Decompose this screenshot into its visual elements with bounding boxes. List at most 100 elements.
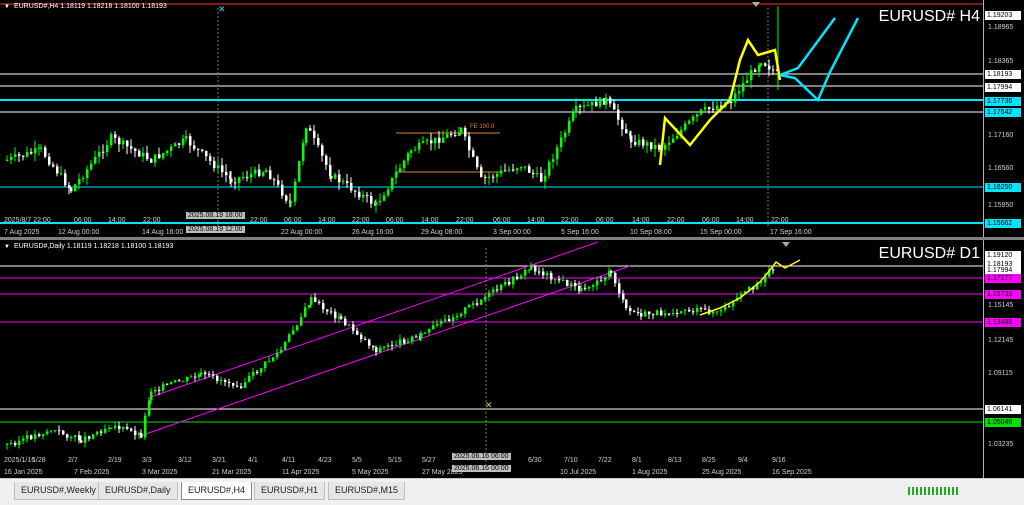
- price-tick: 1.15145: [988, 302, 1014, 309]
- candle-body: [407, 153, 410, 161]
- chart-tab-bar: EURUSD#,Weekly EURUSD#,Daily EURUSD#,H4 …: [0, 478, 1024, 505]
- h4-chart-pane[interactable]: ✕ ▼ EURUSD#,H4 1.18119 1.18218 1.18100 1.…: [0, 0, 1024, 238]
- candle-body: [391, 177, 394, 190]
- date-tick: 7/10: [564, 457, 578, 464]
- forecast-path: [658, 37, 782, 166]
- d1-plot-area[interactable]: ✕: [0, 240, 984, 478]
- candle-body: [122, 426, 125, 429]
- candle-body: [587, 105, 590, 107]
- candle-body: [342, 181, 345, 183]
- candle-body: [716, 105, 719, 110]
- candle-body: [14, 442, 17, 446]
- d1-chart-pane[interactable]: ✕ ▼ EURUSD#,Daily 1.18119 1.18218 1.18100…: [0, 240, 1024, 478]
- candle-body: [66, 434, 69, 438]
- candle-body: [40, 147, 43, 149]
- candle-body: [554, 279, 557, 281]
- price-box: 1.06141: [985, 405, 1021, 414]
- h4-price-axis[interactable]: 1.18965 1.18365 1.17160 1.16560 1.15950 …: [983, 0, 1024, 238]
- dropdown-triangle-icon[interactable]: ▼: [4, 4, 10, 10]
- candle-body: [538, 271, 541, 273]
- h4-plot-area[interactable]: ✕: [0, 0, 984, 238]
- candle-body: [488, 292, 491, 297]
- candle-body: [217, 165, 220, 169]
- candle-body: [660, 310, 663, 316]
- candle-body: [200, 372, 203, 375]
- candle-body: [321, 145, 324, 156]
- candle-body: [166, 383, 169, 385]
- candle-body: [236, 385, 239, 387]
- candle-body: [676, 135, 679, 139]
- candle-body: [250, 173, 253, 178]
- candle-body: [190, 376, 193, 378]
- candle-body: [583, 105, 586, 107]
- candle-body: [288, 334, 291, 342]
- candle-body: [625, 129, 628, 134]
- candle-body: [440, 320, 443, 324]
- candle-body: [395, 344, 398, 346]
- tab-h1[interactable]: EURUSD#,H1: [254, 482, 326, 500]
- candle-body: [280, 349, 283, 353]
- candle-body: [488, 176, 491, 178]
- dropdown-triangle-icon[interactable]: ▼: [4, 244, 10, 250]
- candle-body: [230, 178, 233, 183]
- date-tick: 3/21: [212, 457, 226, 464]
- candle-body: [224, 380, 227, 382]
- d1-price-axis[interactable]: 1.15145 1.12145 1.09115 1.03235 1.19120 …: [983, 240, 1024, 478]
- candle-body: [78, 435, 81, 441]
- candle-body: [110, 134, 113, 146]
- tab-daily[interactable]: EURUSD#,Daily: [98, 482, 178, 500]
- candle-body: [758, 64, 761, 72]
- date-tick: 2025/1/16: [4, 457, 36, 464]
- candle-body: [358, 191, 361, 198]
- time-tick: 14:00: [632, 217, 650, 224]
- candle-body: [346, 181, 349, 183]
- date-tick: 9/16: [772, 457, 786, 464]
- candle-body: [684, 309, 687, 312]
- date-tick: 25 Aug 2025: [702, 469, 742, 476]
- candle-body: [454, 135, 457, 137]
- candle-body: [326, 309, 329, 312]
- candle-body: [579, 106, 582, 108]
- candle-body: [314, 297, 317, 302]
- candle-body: [122, 140, 125, 145]
- candle-body: [399, 339, 402, 345]
- candle-body: [524, 166, 527, 168]
- candle-body: [572, 112, 575, 121]
- candle-body: [458, 132, 461, 136]
- candle-body: [700, 109, 703, 115]
- candle-body: [464, 307, 467, 314]
- time-tick: 2025/8/7 22:00: [4, 217, 51, 224]
- candle-body: [154, 389, 157, 392]
- tab-m15[interactable]: EURUSD#,M15: [328, 482, 406, 500]
- candle-body: [599, 98, 602, 107]
- candle-body: [52, 164, 55, 167]
- candle-body: [96, 431, 99, 435]
- time-tick: 06:00: [702, 217, 720, 224]
- candle-body: [646, 142, 649, 146]
- tab-weekly[interactable]: EURUSD#,Weekly: [14, 482, 103, 500]
- tab-h4[interactable]: EURUSD#,H4: [181, 482, 253, 500]
- candle-body: [340, 316, 343, 319]
- candle-body: [566, 279, 569, 286]
- candle-body: [330, 311, 333, 313]
- candle-body: [708, 107, 711, 109]
- candle-body: [464, 127, 467, 137]
- date-tick: 11 Apr 2025: [282, 469, 320, 476]
- price-box: 1.17277: [985, 274, 1021, 283]
- candle-body: [570, 283, 573, 286]
- date-tick: 3/12: [178, 457, 192, 464]
- candle-body: [379, 200, 382, 203]
- candle-body: [476, 303, 479, 305]
- candle-body: [232, 382, 235, 386]
- candle-body: [14, 154, 17, 157]
- candle-body: [356, 330, 359, 335]
- candle-body: [542, 271, 545, 276]
- candle-body: [198, 374, 201, 378]
- price-tick: 1.17160: [988, 132, 1014, 139]
- candle-body: [642, 139, 645, 146]
- candle-body: [273, 179, 276, 181]
- candle-body: [434, 137, 437, 144]
- candle-body: [110, 427, 113, 429]
- candle-body: [460, 127, 463, 133]
- candle-body: [238, 177, 241, 183]
